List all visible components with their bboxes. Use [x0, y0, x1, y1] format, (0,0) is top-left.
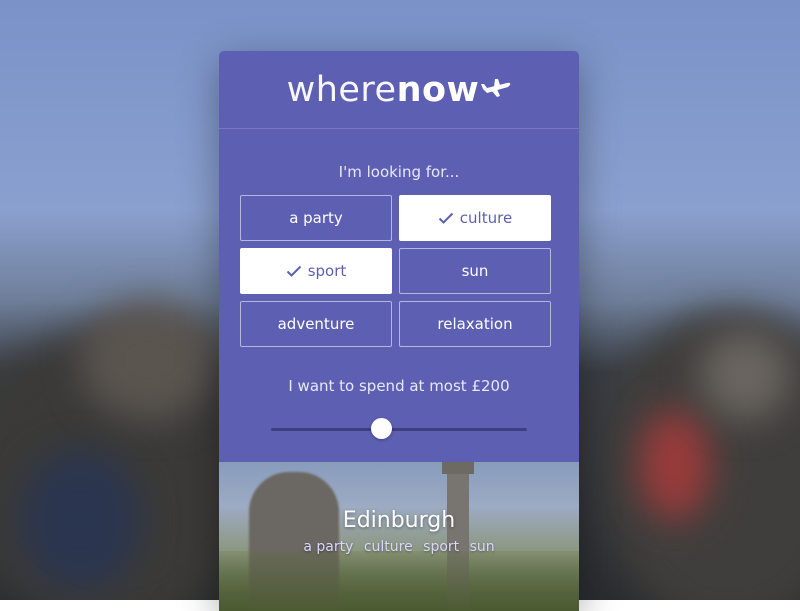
option-sun[interactable]: sun	[399, 248, 551, 294]
destination-tag: sun	[469, 539, 495, 555]
option-label: a party	[289, 209, 343, 227]
destination-tag: sport	[423, 539, 460, 555]
destination-city: Edinburgh	[342, 508, 456, 533]
background-blur-shape	[80, 300, 220, 420]
option-label: relaxation	[437, 315, 513, 333]
slider-handle[interactable]	[370, 418, 392, 439]
option-sport[interactable]: sport	[240, 248, 392, 294]
app-logo: where now	[287, 70, 512, 110]
airplane-icon	[481, 68, 511, 108]
filter-prompt: I'm looking for...	[338, 163, 460, 181]
option-relaxation[interactable]: relaxation	[399, 301, 551, 347]
destination-tags: a party culture sport sun	[219, 539, 579, 555]
background-blur-shape	[640, 410, 710, 520]
logo-text-light: where	[286, 69, 397, 110]
destination-card[interactable]: Edinburgh a party culture sport sun	[219, 462, 579, 611]
checkmark-icon	[438, 212, 454, 224]
destination-tag: a party	[303, 539, 354, 555]
slider-track[interactable]	[271, 428, 527, 431]
option-a-party[interactable]: a party	[240, 195, 392, 241]
interest-options: a party culture sport sun adventure rela…	[240, 195, 551, 347]
option-adventure[interactable]: adventure	[240, 301, 392, 347]
checkmark-icon	[286, 265, 302, 277]
option-label: sport	[307, 262, 347, 280]
option-culture[interactable]: culture	[399, 195, 551, 241]
app-header: where now	[219, 51, 579, 129]
background-blur-shape	[20, 450, 140, 590]
logo-text-bold: now	[396, 69, 480, 110]
budget-slider[interactable]	[271, 417, 527, 441]
image-overlay	[219, 462, 579, 611]
option-label: culture	[459, 209, 513, 227]
budget-label: I want to spend at most £200	[288, 377, 510, 395]
background-blur-shape	[700, 330, 790, 420]
app-card: where now I'm looking for... a party cult…	[219, 51, 579, 611]
option-label: sun	[461, 262, 489, 280]
option-label: adventure	[277, 315, 355, 333]
destination-tag: culture	[363, 539, 413, 555]
